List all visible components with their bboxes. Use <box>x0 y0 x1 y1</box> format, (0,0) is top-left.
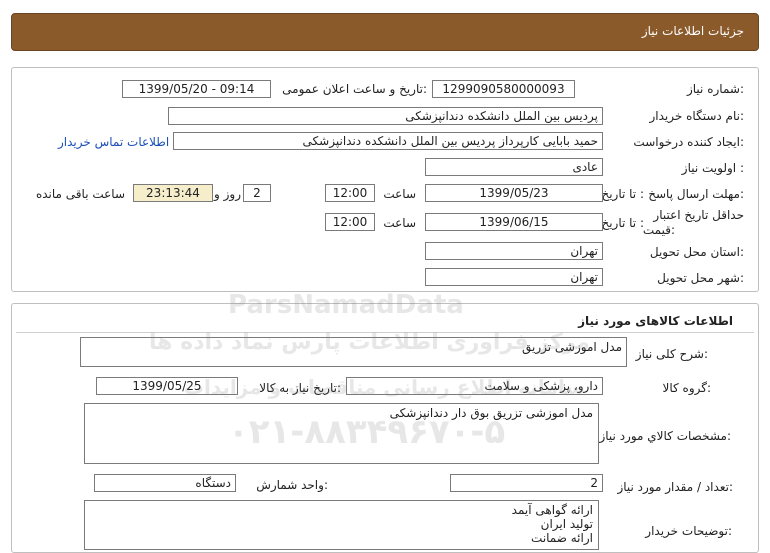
price-validity-label: حداقل تاریخ اعتبار <box>653 208 744 222</box>
note-line: تولید ایران <box>540 517 593 531</box>
goods-group-field: دارو، پزشکی و سلامت <box>346 377 603 395</box>
page-title: جزئیات اطلاعات نیاز <box>641 24 744 38</box>
note-line: ارائه ضمانت <box>531 531 593 545</box>
quantity-field: 2 <box>450 474 603 492</box>
announce-date-label: تاریخ و ساعت اعلان عمومی: <box>282 82 427 96</box>
buyer-notes-label: توضیحات خریدار: <box>645 524 732 538</box>
goods-section-title: اطلاعات کالاهای مورد نیاز <box>578 314 733 328</box>
remaining-label: ساعت باقی مانده <box>35 187 125 201</box>
creator-field: حمید بابایی کارپرداز پردیس بین الملل دان… <box>173 132 603 150</box>
days-remaining-field: 2 <box>243 184 271 202</box>
deadline-time-label: ساعت <box>383 187 416 201</box>
deadline-until-label: تا تاریخ : <box>601 187 644 201</box>
province-label: استان محل تحویل: <box>649 245 744 259</box>
need-number-label: شماره نیاز: <box>686 82 744 96</box>
buyer-contact-link[interactable]: اطلاعات تماس خریدار <box>58 135 169 149</box>
note-line: ارائه گواهی آیمد <box>511 503 593 517</box>
buyer-org-field: پردیس بین الملل دانشکده دندانپزشکی <box>168 107 603 125</box>
goods-group-label: گروه کالا: <box>662 381 712 395</box>
validity-time-label: ساعت <box>383 216 416 230</box>
specs-label: مشخصات کالاي مورد نياز: <box>599 429 731 443</box>
unit-field: دستگاه <box>94 474 236 492</box>
validity-time-field: 12:00 <box>325 213 375 231</box>
validity-date-field: 1399/06/15 <box>425 213 603 231</box>
need-date-field: 1399/05/25 <box>96 377 238 395</box>
priority-label: اولویت نیاز : <box>681 161 744 175</box>
creator-label: ایجاد کننده درخواست: <box>633 135 744 149</box>
need-number-field: 1299090580000093 <box>432 80 575 98</box>
validity-until-label: تا تاریخ : <box>601 216 644 230</box>
specs-field: مدل اموزشی تزریق بوق دار دندانپزشکی <box>84 403 599 464</box>
deadline-time-field: 12:00 <box>325 184 375 202</box>
need-info-panel <box>11 67 759 292</box>
days-label: روز و <box>214 187 241 201</box>
price-validity-label-2: قیمت: <box>642 223 675 237</box>
priority-field: عادی <box>425 158 603 176</box>
city-label: شهر محل تحویل: <box>657 271 744 285</box>
need-date-label: تاریخ نیاز به کالا: <box>259 381 341 395</box>
remaining-time-field: 23:13:44 <box>133 184 213 202</box>
buyer-org-label: نام دستگاه خریدار: <box>649 109 745 123</box>
section-divider <box>16 332 754 333</box>
deadline-date-field: 1399/05/23 <box>425 184 603 202</box>
page-header: جزئیات اطلاعات نیاز <box>11 13 759 51</box>
deadline-label: مهلت ارسال پاسخ: <box>648 187 744 201</box>
summary-label: شرح کلی نیاز: <box>635 347 708 361</box>
announce-date-field: 1399/05/20 - 09:14 <box>122 80 271 98</box>
unit-label: واحد شمارش: <box>256 478 328 492</box>
city-field: تهران <box>425 268 603 286</box>
province-field: تهران <box>425 242 603 260</box>
buyer-notes-field: ارائه گواهی آیمد تولید ایران ارائه ضمانت <box>84 500 599 550</box>
quantity-label: تعداد / مقدار مورد نیاز: <box>617 480 733 494</box>
summary-field: مدل اموزشی تزریق <box>80 337 627 367</box>
